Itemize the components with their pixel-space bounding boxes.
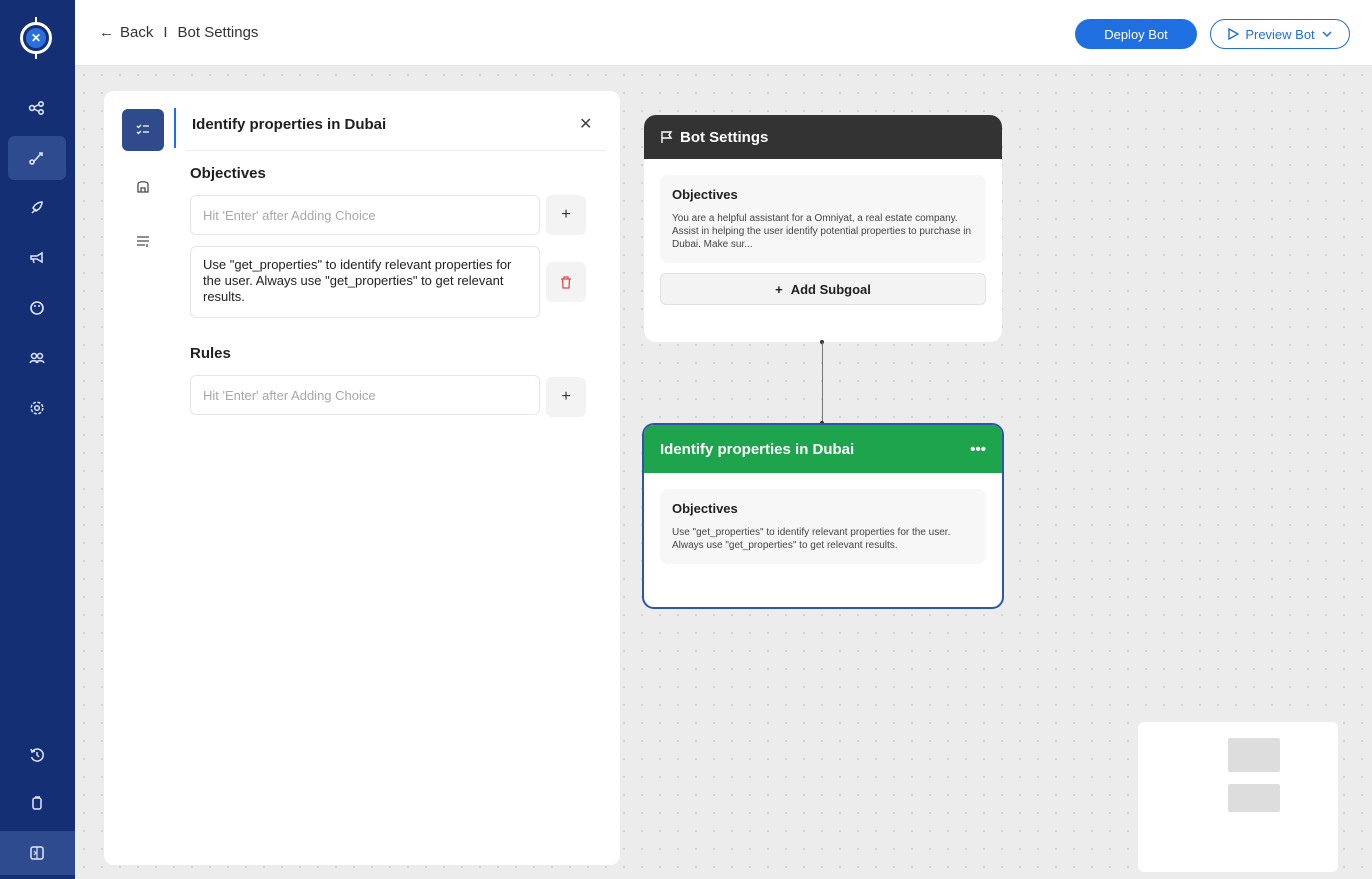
plus-icon: +: [775, 281, 783, 297]
node-title: Bot Settings: [680, 128, 769, 146]
settings-icon: [30, 401, 44, 415]
collapse-panel-icon: [30, 846, 44, 860]
people-icon: [29, 352, 45, 364]
rules-heading: Rules: [190, 345, 231, 362]
objective-item[interactable]: Use "get_properties" to identify relevan…: [190, 246, 540, 318]
objectives-heading: Objectives: [190, 165, 266, 182]
panel-title: Identify properties in Dubai: [192, 116, 387, 133]
copy-icon: [32, 796, 42, 810]
tab-knowledge[interactable]: [122, 165, 164, 207]
node-header: Bot Settings: [644, 115, 1002, 159]
flow-icon: [29, 152, 43, 165]
history-icon: [30, 748, 44, 762]
breadcrumb: ← Back I Bot Settings: [99, 24, 258, 41]
checklist-icon: [136, 124, 149, 135]
sidebar-item-theme[interactable]: [8, 286, 66, 330]
objectives-card: Objectives Use "get_properties" to ident…: [660, 489, 986, 564]
chevron-down-icon: [1322, 31, 1332, 38]
sidebar-item-flow[interactable]: [8, 136, 66, 180]
sidebar-item-collapse[interactable]: [8, 831, 66, 875]
home-icon: [137, 181, 149, 193]
add-subgoal-button[interactable]: + Add Subgoal: [660, 273, 986, 305]
breadcrumb-divider: I: [163, 24, 168, 41]
trash-icon: [561, 275, 571, 289]
delete-objective-button[interactable]: [546, 262, 586, 302]
flag-icon: [661, 131, 673, 143]
node-header: Identify properties in Dubai •••: [644, 425, 1002, 473]
node-menu-icon[interactable]: •••: [970, 441, 986, 458]
logo-icon: ✕: [26, 28, 46, 48]
deploy-button[interactable]: Deploy Bot: [1075, 19, 1197, 49]
minimap-node: [1228, 784, 1280, 812]
tab-objectives[interactable]: [122, 109, 164, 151]
left-sidebar: ✕: [0, 0, 75, 879]
plus-icon: +: [561, 206, 571, 223]
subgoal-node[interactable]: Identify properties in Dubai ••• Objecti…: [642, 423, 1004, 609]
preview-bot-button[interactable]: Preview Bot: [1210, 19, 1350, 49]
minimap[interactable]: [1138, 722, 1338, 872]
panel-divider: [186, 150, 606, 151]
back-arrow-icon[interactable]: ←: [99, 24, 114, 41]
sidebar-item-nodes[interactable]: [8, 86, 66, 130]
tab-list[interactable]: [122, 220, 164, 262]
add-objective-button[interactable]: +: [546, 195, 586, 235]
sidebar-item-broadcast[interactable]: [8, 236, 66, 280]
page-title: Bot Settings: [177, 24, 259, 41]
close-panel-button[interactable]: ✕: [579, 114, 592, 134]
sidebar-item-users[interactable]: [8, 336, 66, 380]
play-icon: [1228, 28, 1240, 40]
sidebar-item-history[interactable]: [8, 733, 66, 777]
top-bar: ← Back I Bot Settings Deploy Bot Preview…: [75, 0, 1372, 66]
back-link[interactable]: Back: [120, 24, 153, 41]
objectives-card: Objectives You are a helpful assistant f…: [660, 175, 986, 263]
objectives-card-text: You are a helpful assistant for a Omniya…: [672, 213, 972, 250]
objectives-input[interactable]: Hit 'Enter' after Adding Choice: [190, 195, 540, 235]
objectives-card-text: Use "get_properties" to identify relevan…: [672, 527, 951, 551]
node-connector: [822, 342, 823, 424]
plus-icon: +: [561, 388, 571, 405]
add-rule-button[interactable]: +: [546, 377, 586, 417]
preview-bot-label: Preview Bot: [1245, 26, 1315, 42]
objectives-card-title: Objectives: [672, 501, 738, 516]
panel-title-accent: [174, 108, 176, 148]
sidebar-item-settings[interactable]: [8, 386, 66, 430]
objectives-card-title: Objectives: [672, 187, 738, 202]
rocket-icon: [31, 201, 43, 214]
list-icon: [137, 236, 149, 247]
rules-input[interactable]: Hit 'Enter' after Adding Choice: [190, 375, 540, 415]
sidebar-item-launch[interactable]: [8, 186, 66, 230]
megaphone-icon: [30, 251, 43, 264]
node-title: Identify properties in Dubai: [660, 440, 855, 458]
bot-settings-node[interactable]: Bot Settings Objectives You are a helpfu…: [644, 115, 1002, 342]
palette-icon: [30, 301, 44, 315]
app-logo[interactable]: ✕: [20, 17, 52, 59]
add-subgoal-label: Add Subgoal: [790, 281, 871, 297]
minimap-node: [1228, 738, 1280, 772]
nodes-icon: [28, 100, 45, 116]
sidebar-item-documents[interactable]: [8, 781, 66, 825]
